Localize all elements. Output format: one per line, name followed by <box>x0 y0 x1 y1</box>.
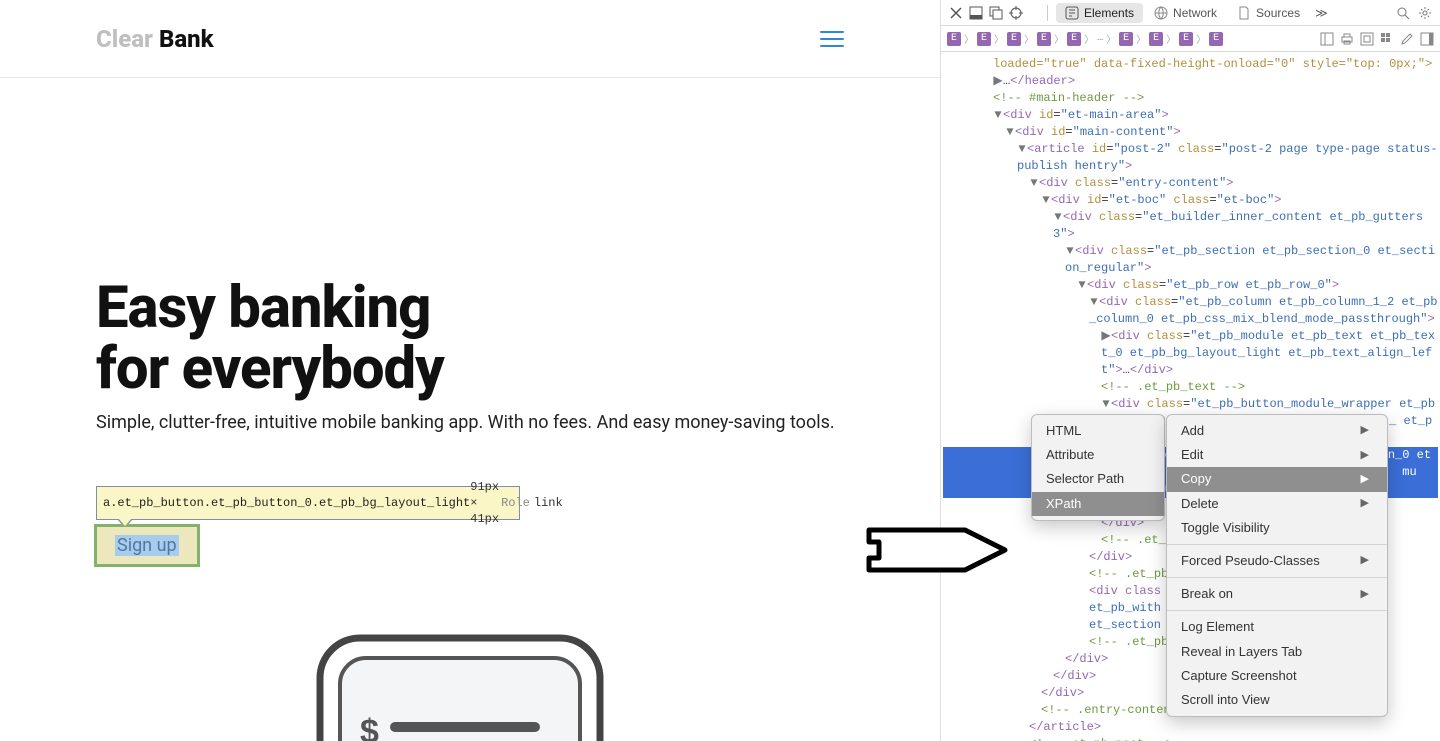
target-icon[interactable] <box>1009 6 1023 20</box>
dom-attr: et-main-area <box>1068 108 1154 122</box>
elements-tab-icon <box>1065 6 1079 20</box>
dom-attr: et-boc <box>1224 193 1267 207</box>
inspect-selector: a.et_pb_button.et_pb_button_0.et_pb_bg_l… <box>103 495 470 511</box>
crumb[interactable]: E <box>1119 32 1133 46</box>
dom-attr: et_pb_row et_pb_row_0 <box>1173 278 1324 292</box>
hero-section: Easy banking for everybody Simple, clutt… <box>0 78 940 433</box>
dom-comment: #main-header <box>1022 91 1123 105</box>
gear-icon[interactable] <box>1418 6 1432 20</box>
pencil-icon[interactable] <box>1400 32 1414 46</box>
signup-button[interactable]: Sign up <box>94 524 200 567</box>
selected-dom-node[interactable]: <a class="et_pb_button et_pb_button_0 et… <box>943 447 1438 498</box>
dom-attr: et-boc <box>1116 193 1159 207</box>
network-tab-label: Network <box>1173 6 1217 20</box>
devtools-tabs: Elements Network Sources ≫ <box>1041 3 1332 23</box>
hero-heading-line2: for everybody <box>96 339 844 400</box>
dom-attr-fragment: loaded="true" data-fixed-height-onload="… <box>993 57 1432 71</box>
signup-button-label: Sign up <box>115 535 179 556</box>
page-preview: Clear Bank Easy banking for everybody Si… <box>0 0 940 741</box>
dom-attr: et_section <box>1089 618 1161 632</box>
crumb[interactable]: E <box>977 32 991 46</box>
hero-subhead: Simple, clutter-free, intuitive mobile b… <box>96 412 844 433</box>
sources-tab[interactable]: Sources <box>1228 3 1309 23</box>
devtools-panel: Elements Network Sources ≫ E〉 <box>940 0 1440 741</box>
crumb[interactable]: E <box>1037 32 1051 46</box>
dom-comment: .et_pb <box>1130 533 1180 547</box>
dom-attr: et_pb_with <box>1089 601 1161 615</box>
crumb[interactable]: E <box>1209 32 1223 46</box>
layout-icon[interactable] <box>1320 32 1334 46</box>
inspect-tooltip: a.et_pb_button.et_pb_button_0.et_pb_bg_l… <box>96 486 520 520</box>
grid-icon[interactable] <box>1380 32 1394 46</box>
dom-comment: .entry-content <box>1070 703 1185 717</box>
hero-heading-line1: Easy banking <box>96 274 430 342</box>
dom-attr: post-2 <box>1121 142 1164 156</box>
devtools-toolbar: Elements Network Sources ≫ <box>941 0 1440 26</box>
dom-comment: .et_pb <box>1118 567 1168 581</box>
inspect-dimensions: 91px × 41px <box>470 479 499 527</box>
dom-comment: .et_pb_post <box>1058 737 1152 741</box>
hamburger-menu-icon[interactable] <box>820 31 844 47</box>
sources-tab-label: Sources <box>1256 6 1300 20</box>
print-icon[interactable] <box>1340 32 1354 46</box>
elements-tab-label: Elements <box>1084 6 1134 20</box>
logo-word-light: Clear <box>96 25 159 53</box>
sources-tab-icon <box>1237 6 1251 20</box>
panel-right-icon[interactable] <box>1420 32 1434 46</box>
crumb[interactable]: E <box>1067 32 1081 46</box>
crumb[interactable]: E <box>1179 32 1193 46</box>
dom-attr: entry-content <box>1125 176 1219 190</box>
dom-pseudo: ::afte <box>1113 499 1156 513</box>
breadcrumb-bar: E〉 E〉 E〉 E〉 E〉 …〉 E〉 E〉 E〉 E <box>941 26 1440 52</box>
svg-text:$: $ <box>360 713 379 741</box>
page-header: Clear Bank <box>0 0 940 78</box>
dom-attr: main-content <box>1080 125 1166 139</box>
dom-tag: header <box>1025 74 1068 88</box>
crumb[interactable]: E <box>1007 32 1021 46</box>
dom-tag: div class <box>1096 584 1161 598</box>
dom-tree[interactable]: loaded="true" data-fixed-height-onload="… <box>941 52 1440 741</box>
inspect-role-value: link <box>534 495 563 511</box>
dom-comment: .et_pb_text <box>1130 380 1224 394</box>
crumb[interactable]: E <box>947 32 961 46</box>
elements-tab[interactable]: Elements <box>1056 3 1143 23</box>
dock-overlay-icon[interactable] <box>989 6 1003 20</box>
inspect-role-label: Role <box>501 495 530 511</box>
crumb-overflow[interactable]: … <box>1097 32 1103 46</box>
site-logo[interactable]: Clear Bank <box>96 25 214 53</box>
network-tab[interactable]: Network <box>1145 3 1226 23</box>
crumb[interactable]: E <box>1149 32 1163 46</box>
signup-button-highlight: Sign up <box>94 524 200 567</box>
phone-illustration: $ <box>300 618 620 741</box>
dom-comment: .et_pb <box>1118 635 1168 649</box>
more-tabs-label: ≫ <box>1315 6 1328 20</box>
phone-svg: $ <box>300 618 620 741</box>
boxmodel-icon[interactable] <box>1360 32 1374 46</box>
logo-word-bold: Bank <box>159 25 214 53</box>
dock-bottom-icon[interactable] <box>969 6 983 20</box>
hero-heading: Easy banking for everybody <box>96 278 844 400</box>
close-devtools-icon[interactable] <box>949 6 963 20</box>
more-tabs[interactable]: ≫ <box>1311 3 1332 23</box>
network-tab-icon <box>1154 6 1168 20</box>
search-icon[interactable] <box>1396 6 1410 20</box>
